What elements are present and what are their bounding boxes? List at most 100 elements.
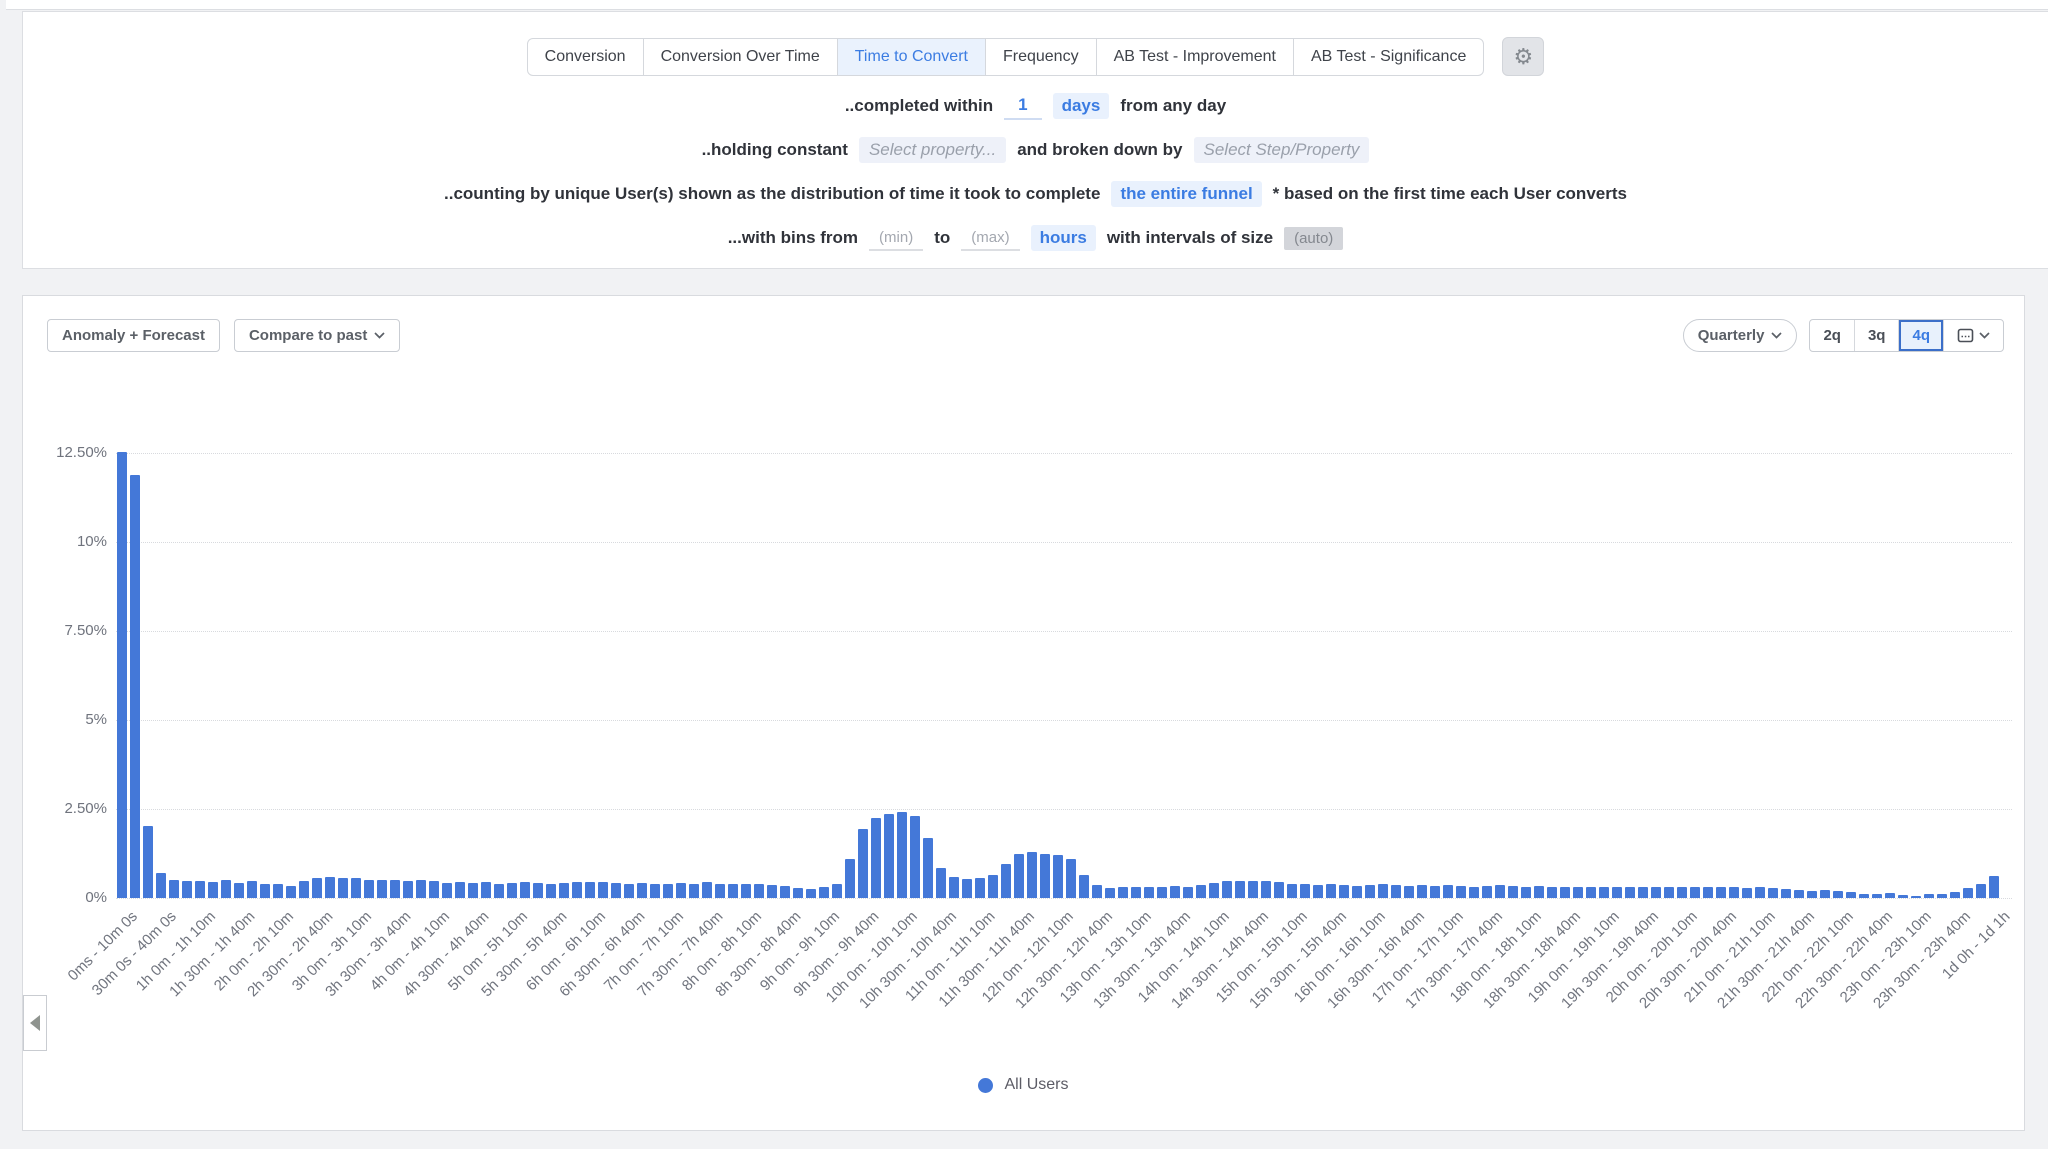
histogram-bar[interactable]: [1963, 888, 1973, 898]
histogram-bar[interactable]: [702, 882, 712, 898]
histogram-bar[interactable]: [1482, 886, 1492, 898]
histogram-bar[interactable]: [403, 881, 413, 898]
histogram-bar[interactable]: [1872, 894, 1882, 898]
histogram-bar[interactable]: [650, 884, 660, 898]
histogram-bar[interactable]: [1092, 885, 1102, 898]
conversion-window-value-input[interactable]: 1: [1004, 92, 1041, 120]
tab-time-to-convert[interactable]: Time to Convert: [838, 39, 986, 75]
histogram-bar[interactable]: [1924, 894, 1934, 898]
histogram-bar[interactable]: [1326, 884, 1336, 898]
histogram-bar[interactable]: [1170, 886, 1180, 898]
histogram-bar[interactable]: [221, 880, 231, 898]
histogram-bar[interactable]: [793, 888, 803, 898]
histogram-bar[interactable]: [1469, 887, 1479, 898]
histogram-bar[interactable]: [1534, 886, 1544, 898]
holding-constant-property-select[interactable]: Select property...: [859, 137, 1006, 163]
histogram-bar[interactable]: [442, 883, 452, 898]
histogram-bar[interactable]: [689, 884, 699, 898]
conversion-window-unit-select[interactable]: days: [1053, 93, 1110, 119]
histogram-bar[interactable]: [338, 878, 348, 898]
histogram-bar[interactable]: [1664, 887, 1674, 898]
histogram-bar[interactable]: [143, 826, 153, 898]
histogram-bar[interactable]: [1105, 888, 1115, 898]
histogram-bar[interactable]: [273, 884, 283, 898]
histogram-bar[interactable]: [1300, 884, 1310, 898]
histogram-bar[interactable]: [520, 882, 530, 898]
histogram-bar[interactable]: [585, 882, 595, 898]
histogram-bar[interactable]: [1573, 887, 1583, 898]
bin-max-input[interactable]: (max): [961, 226, 1019, 251]
histogram-bar[interactable]: [1807, 891, 1817, 898]
histogram-bar[interactable]: [741, 884, 751, 898]
histogram-bar[interactable]: [1781, 889, 1791, 898]
histogram-bar[interactable]: [1560, 887, 1570, 898]
histogram-bar[interactable]: [676, 883, 686, 898]
histogram-bar[interactable]: [1261, 881, 1271, 898]
histogram-bar[interactable]: [507, 883, 517, 898]
chart-settings-button[interactable]: ⚙: [1502, 37, 1544, 76]
histogram-bar[interactable]: [1937, 894, 1947, 898]
histogram-bar[interactable]: [247, 881, 257, 898]
histogram-bar[interactable]: [1742, 888, 1752, 898]
histogram-bar[interactable]: [767, 885, 777, 898]
bin-unit-select[interactable]: hours: [1031, 225, 1096, 251]
histogram-bar[interactable]: [1846, 892, 1856, 898]
histogram-bar[interactable]: [923, 838, 933, 898]
histogram-bar[interactable]: [364, 880, 374, 898]
histogram-bar[interactable]: [533, 883, 543, 898]
histogram-bar[interactable]: [1274, 882, 1284, 898]
histogram-bar[interactable]: [1508, 886, 1518, 898]
histogram-bar[interactable]: [1235, 881, 1245, 898]
histogram-bar[interactable]: [299, 881, 309, 898]
breakdown-step-property-select[interactable]: Select Step/Property: [1194, 137, 1370, 163]
histogram-bar[interactable]: [884, 814, 894, 898]
collapse-sidebar-handle[interactable]: [23, 995, 47, 1051]
histogram-bar[interactable]: [1976, 884, 1986, 898]
histogram-bar[interactable]: [416, 880, 426, 898]
histogram-bar[interactable]: [1365, 885, 1375, 898]
histogram-bar[interactable]: [1989, 876, 1999, 898]
histogram-bar[interactable]: [871, 818, 881, 898]
histogram-bar[interactable]: [1833, 891, 1843, 898]
histogram-bar[interactable]: [1729, 887, 1739, 898]
histogram-bar[interactable]: [1794, 890, 1804, 898]
histogram-bar[interactable]: [832, 884, 842, 898]
histogram-bar[interactable]: [910, 816, 920, 898]
histogram-bar[interactable]: [1625, 887, 1635, 898]
histogram-bar[interactable]: [1040, 854, 1050, 898]
histogram-bar[interactable]: [1027, 852, 1037, 898]
histogram-bar[interactable]: [1651, 887, 1661, 898]
histogram-bar[interactable]: [1404, 886, 1414, 898]
histogram-bar[interactable]: [1716, 887, 1726, 898]
histogram-bar[interactable]: [1911, 896, 1921, 898]
histogram-bar[interactable]: [260, 884, 270, 898]
histogram-bar[interactable]: [611, 883, 621, 898]
histogram-bar[interactable]: [936, 868, 946, 898]
histogram-bar[interactable]: [481, 882, 491, 898]
histogram-bar[interactable]: [455, 882, 465, 898]
histogram-bar[interactable]: [195, 881, 205, 898]
histogram-bar[interactable]: [1521, 887, 1531, 898]
tab-frequency[interactable]: Frequency: [986, 39, 1097, 75]
histogram-bar[interactable]: [494, 884, 504, 898]
histogram-bar[interactable]: [663, 884, 673, 898]
histogram-bar[interactable]: [1339, 885, 1349, 898]
histogram-bar[interactable]: [1144, 887, 1154, 898]
histogram-bar[interactable]: [351, 878, 361, 898]
histogram-bar[interactable]: [429, 881, 439, 898]
histogram-bar[interactable]: [1885, 893, 1895, 898]
histogram-bar[interactable]: [182, 881, 192, 898]
histogram-bar[interactable]: [1183, 887, 1193, 898]
histogram-bar[interactable]: [234, 883, 244, 898]
histogram-bar[interactable]: [546, 884, 556, 898]
histogram-bar[interactable]: [1118, 887, 1128, 898]
histogram-bar[interactable]: [845, 859, 855, 898]
histogram-bar[interactable]: [1222, 881, 1232, 898]
histogram-bar[interactable]: [1079, 875, 1089, 898]
histogram-bar[interactable]: [1196, 885, 1206, 898]
histogram-bar[interactable]: [1495, 885, 1505, 898]
histogram-bar[interactable]: [1391, 885, 1401, 898]
histogram-bar[interactable]: [1417, 885, 1427, 898]
histogram-bar[interactable]: [1352, 886, 1362, 898]
histogram-bar[interactable]: [286, 886, 296, 898]
